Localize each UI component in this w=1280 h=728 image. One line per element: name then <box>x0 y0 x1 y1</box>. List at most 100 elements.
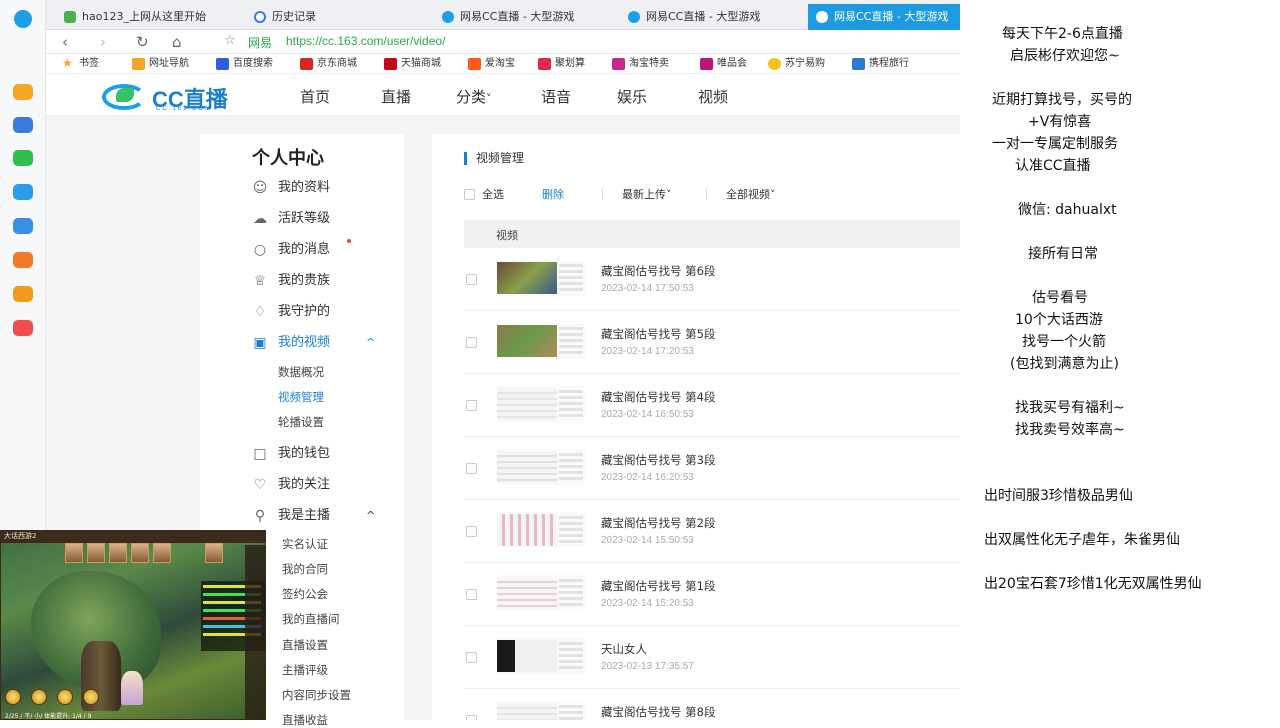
tab-cc-active[interactable]: 网易CC直播 - 大型游戏 <box>808 4 960 30</box>
bookmark-star-icon[interactable]: ☆ <box>224 33 236 48</box>
bookmark-item[interactable]: 京东商城 <box>300 57 357 71</box>
sidebar-sub-guild[interactable]: 签约公会 <box>282 586 328 602</box>
row-checkbox[interactable] <box>466 400 477 411</box>
row-checkbox[interactable] <box>466 337 477 348</box>
video-thumbnail[interactable] <box>497 638 585 674</box>
forward-icon[interactable]: › <box>100 32 106 52</box>
wechat-icon[interactable] <box>13 150 33 166</box>
chevron-up-icon[interactable]: ^ <box>366 336 375 349</box>
tab-cc-1[interactable]: 网易CC直播 - 大型游戏 <box>434 4 606 30</box>
video-title[interactable]: 藏宝阁估号找号 第6段 <box>601 263 715 279</box>
row-checkbox[interactable] <box>466 463 477 474</box>
row-checkbox[interactable] <box>466 526 477 537</box>
video-app-icon[interactable] <box>13 320 33 336</box>
sort-dropdown[interactable]: 最新上传˅ <box>622 186 672 202</box>
nav-home[interactable]: 首页 <box>300 86 330 107</box>
tab-hao123[interactable]: hao123_上网从这里开始 <box>56 4 236 30</box>
bookmark-item[interactable]: 携程旅行 <box>852 57 909 71</box>
search-tool-icon[interactable] <box>13 252 33 268</box>
sidebar-sub-data-overview[interactable]: 数据概况 <box>278 364 324 380</box>
video-thumbnail[interactable] <box>497 701 585 720</box>
bookmark-item[interactable]: 聚划算 <box>538 57 585 71</box>
bookmark-item[interactable]: 苏宁易购 <box>768 57 825 71</box>
sidebar-sub-rating[interactable]: 主播评级 <box>282 662 328 678</box>
sidebar-item-anchor[interactable]: ⚲ 我是主播 <box>250 507 330 525</box>
nav-entertainment[interactable]: 娱乐 <box>617 86 647 107</box>
sidebar-sub-live-settings[interactable]: 直播设置 <box>282 637 328 653</box>
bookmark-item[interactable]: 爱淘宝 <box>468 57 515 71</box>
thumbnail-image <box>497 577 557 609</box>
favorites-star-icon[interactable] <box>13 84 33 100</box>
video-title[interactable]: 天山女人 <box>601 641 647 657</box>
video-thumbnail[interactable] <box>497 323 585 359</box>
table-row[interactable]: 藏宝阁估号找号 第6段 2023-02-14 17:50:53 <box>464 248 960 311</box>
select-all-label[interactable]: 全选 <box>482 186 504 202</box>
bookmark-item[interactable]: 百度搜索 <box>216 57 273 71</box>
sidebar-sub-video-manage[interactable]: 视频管理 <box>278 389 324 405</box>
row-checkbox[interactable] <box>466 715 477 720</box>
sidebar-sub-verify[interactable]: 实名认证 <box>282 536 328 552</box>
home-icon[interactable]: ⌂ <box>172 32 182 52</box>
table-row[interactable]: 藏宝阁估号找号 第1段 2023-02-14 15:20:53 <box>464 563 960 626</box>
filter-dropdown[interactable]: 全部视频˅ <box>726 186 776 202</box>
table-row[interactable]: 藏宝阁估号找号 第5段 2023-02-14 17:20:53 <box>464 311 960 374</box>
logo-subtext: CC.163.COM <box>156 106 213 112</box>
app-store-icon[interactable] <box>13 184 33 200</box>
sidebar-sub-sync[interactable]: 内容同步设置 <box>282 687 351 703</box>
sidebar-item-messages[interactable]: ○ 我的消息 <box>250 241 330 259</box>
cc-logo[interactable]: CC直播 CC.163.COM <box>102 80 250 112</box>
video-title[interactable]: 藏宝阁估号找号 第2段 <box>601 515 715 531</box>
delete-button[interactable]: 删除 <box>542 186 564 202</box>
notes-icon[interactable] <box>13 286 33 302</box>
bookmark-item[interactable]: 淘宝特卖 <box>612 57 669 71</box>
nav-category[interactable]: 分类˅ <box>456 86 492 107</box>
row-checkbox[interactable] <box>466 652 477 663</box>
game-overlay[interactable]: 大话西游2 2/25 / 不/ 小/ 体能提升: 1/4 / 9 <box>0 530 266 720</box>
browser-logo-icon[interactable] <box>14 10 32 28</box>
nav-video[interactable]: 视频 <box>698 86 728 107</box>
video-title[interactable]: 藏宝阁估号找号 第3段 <box>601 452 715 468</box>
video-title[interactable]: 藏宝阁估号找号 第8段 <box>601 704 715 720</box>
video-thumbnail[interactable] <box>497 260 585 296</box>
video-thumbnail[interactable] <box>497 386 585 422</box>
refresh-icon[interactable]: ↻ <box>136 32 149 52</box>
bookmark-folder[interactable]: ★ 书签 <box>62 56 99 71</box>
table-row[interactable]: 藏宝阁估号找号 第2段 2023-02-14 15:50:53 <box>464 500 960 563</box>
nav-voice[interactable]: 语音 <box>541 86 571 107</box>
sidebar-sub-live-room[interactable]: 我的直播间 <box>282 611 340 627</box>
nav-live[interactable]: 直播 <box>381 86 411 107</box>
sidebar-sub-earnings[interactable]: 直播收益 <box>282 712 328 728</box>
sidebar-item-following[interactable]: ♡ 我的关注 <box>250 476 330 494</box>
video-title[interactable]: 藏宝阁估号找号 第5段 <box>601 326 715 342</box>
tab-cc-2[interactable]: 网易CC直播 - 大型游戏 <box>620 4 800 30</box>
sidebar-item-videos[interactable]: ▣ 我的视频 <box>250 334 330 352</box>
sidebar-item-noble[interactable]: ♕ 我的贵族 <box>250 272 330 290</box>
video-title[interactable]: 藏宝阁估号找号 第1段 <box>601 578 715 594</box>
game-controller-icon[interactable] <box>13 218 33 234</box>
sidebar-item-wallet[interactable]: □ 我的钱包 <box>250 445 330 463</box>
table-row[interactable]: 藏宝阁估号找号 第8段 <box>464 689 960 720</box>
video-thumbnail[interactable] <box>497 575 585 611</box>
bookmark-item[interactable]: 网址导航 <box>132 57 189 71</box>
video-thumbnail[interactable] <box>497 449 585 485</box>
bookmark-item[interactable]: 唯品会 <box>700 57 747 71</box>
sidebar-sub-contract[interactable]: 我的合同 <box>282 561 328 577</box>
chevron-up-icon[interactable]: ^ <box>366 509 375 522</box>
table-row[interactable]: 藏宝阁估号找号 第4段 2023-02-14 16:50:53 <box>464 374 960 437</box>
sidebar-item-profile[interactable]: ☺ 我的资料 <box>250 179 330 197</box>
back-icon[interactable]: ‹ <box>62 32 68 52</box>
sidebar-sub-carousel[interactable]: 轮播设置 <box>278 414 324 430</box>
table-row[interactable]: 藏宝阁估号找号 第3段 2023-02-14 16:20:53 <box>464 437 960 500</box>
url-field[interactable]: https://cc.163.com/user/video/ <box>286 34 445 48</box>
sidebar-item-activity[interactable]: ☁ 活跃等级 <box>250 210 330 228</box>
clock-icon[interactable] <box>13 117 33 133</box>
row-checkbox[interactable] <box>466 274 477 285</box>
bookmark-item[interactable]: 天猫商城 <box>384 57 441 71</box>
sidebar-item-guard[interactable]: ♢ 我守护的 <box>250 303 330 321</box>
video-title[interactable]: 藏宝阁估号找号 第4段 <box>601 389 715 405</box>
video-thumbnail[interactable] <box>497 512 585 548</box>
tab-history[interactable]: 历史记录 <box>246 4 416 30</box>
row-checkbox[interactable] <box>466 589 477 600</box>
select-all-checkbox[interactable] <box>464 189 475 200</box>
table-row[interactable]: 天山女人 2023-02-13 17:35:57 <box>464 626 960 689</box>
